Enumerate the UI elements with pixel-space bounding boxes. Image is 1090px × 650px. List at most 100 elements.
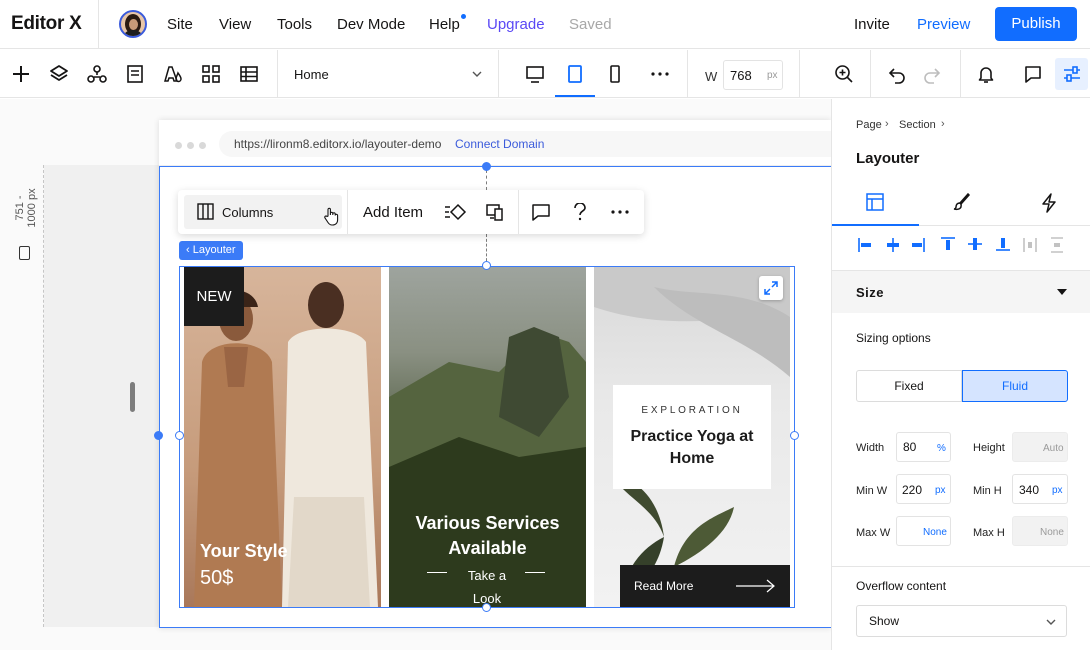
sliders-icon — [1064, 66, 1080, 82]
resize-handle[interactable] — [790, 431, 799, 440]
window-dot — [199, 142, 206, 149]
overflow-value: Show — [869, 614, 900, 628]
menu-site[interactable]: Site — [167, 16, 193, 33]
zoom-icon[interactable] — [834, 64, 854, 84]
divider — [347, 190, 348, 234]
comments-icon[interactable] — [1023, 64, 1043, 84]
resize-handle[interactable] — [482, 603, 491, 612]
add-item-button[interactable]: Add Item — [363, 204, 423, 221]
align-bottom-icon[interactable] — [995, 237, 1011, 251]
editor-toolbar: Home — [0, 50, 1090, 98]
align-middle-icon[interactable] — [967, 237, 983, 251]
interactions-bolt-icon[interactable] — [1041, 193, 1057, 213]
undo-icon[interactable] — [887, 64, 907, 84]
menu-view[interactable]: View — [219, 16, 251, 33]
divider — [799, 50, 800, 98]
overflow-label: Overflow content — [856, 579, 947, 593]
brand-logo[interactable]: Editor X — [11, 13, 82, 35]
layers-icon[interactable] — [49, 64, 69, 84]
align-center-icon[interactable] — [886, 237, 900, 253]
breadcrumb-page[interactable]: Page — [856, 119, 882, 131]
window-dot — [187, 142, 194, 149]
more-icon[interactable] — [611, 209, 629, 215]
upgrade-link[interactable]: Upgrade — [487, 16, 545, 33]
width-value: 80 — [903, 440, 917, 454]
ruler-line — [43, 165, 44, 627]
responsive-icon[interactable] — [486, 203, 504, 221]
saved-status: Saved — [569, 16, 612, 33]
connect-domain-link[interactable]: Connect Domain — [455, 137, 544, 151]
guide-line — [486, 170, 487, 190]
chevron-down-icon[interactable] — [472, 69, 482, 79]
resize-handle[interactable] — [154, 431, 163, 440]
apps-icon[interactable] — [201, 64, 221, 84]
resize-handle[interactable] — [482, 261, 491, 270]
design-brush-icon[interactable] — [953, 193, 971, 211]
window-dot — [175, 142, 182, 149]
menu-help[interactable]: Help — [429, 16, 460, 33]
add-icon[interactable] — [11, 64, 31, 84]
help-icon[interactable] — [573, 203, 587, 221]
min-width-label: Min W — [856, 485, 888, 497]
min-height-unit: px — [1052, 485, 1063, 496]
width-unit: % — [937, 443, 946, 454]
max-height-label: Max H — [973, 527, 1005, 539]
caret-down-icon — [1057, 289, 1067, 295]
width-label: Width — [856, 442, 885, 454]
distribute-vertical-icon[interactable] — [1050, 237, 1064, 253]
inspector-toggle[interactable] — [1055, 58, 1088, 90]
pages-icon[interactable] — [125, 64, 145, 84]
layouter-selection[interactable] — [179, 266, 795, 608]
min-height-label: Min H — [973, 485, 1002, 497]
max-width-value: None — [923, 527, 947, 538]
menu-dev-mode[interactable]: Dev Mode — [337, 16, 405, 33]
table-icon[interactable] — [239, 64, 259, 84]
breadcrumb-section[interactable]: Section — [899, 119, 936, 131]
divider — [687, 50, 688, 98]
align-right-icon[interactable] — [911, 237, 925, 253]
layout-icon[interactable] — [866, 193, 884, 211]
canvas-width-value: 768 — [730, 68, 752, 83]
comment-icon[interactable] — [532, 204, 550, 221]
distribute-horizontal-icon[interactable] — [1023, 237, 1037, 253]
min-width-unit: px — [935, 485, 946, 496]
avatar[interactable] — [119, 10, 147, 38]
chevron-down-icon — [1046, 619, 1056, 625]
animation-icon[interactable] — [444, 203, 468, 221]
tablet-icon[interactable] — [565, 64, 585, 84]
publish-button[interactable]: Publish — [995, 7, 1077, 41]
components-icon[interactable] — [87, 64, 107, 84]
bell-icon[interactable] — [976, 64, 996, 84]
columns-label: Columns — [222, 205, 274, 220]
mobile-icon[interactable] — [605, 64, 625, 84]
sizing-options-label: Sizing options — [856, 331, 931, 345]
invite-button[interactable]: Invite — [854, 16, 890, 33]
align-top-icon[interactable] — [940, 237, 956, 251]
menu-tools[interactable]: Tools — [277, 16, 312, 33]
desktop-icon[interactable] — [525, 64, 545, 84]
height-label: Height — [973, 442, 1005, 454]
divider — [870, 50, 871, 98]
resize-handle[interactable] — [130, 382, 135, 412]
page-select[interactable]: Home — [294, 67, 329, 82]
tablet-icon — [19, 246, 30, 260]
preview-button[interactable]: Preview — [917, 16, 970, 33]
hand-cursor-icon — [324, 207, 339, 226]
min-height-value: 340 — [1019, 483, 1040, 497]
layouter-tag[interactable]: ‹ Layouter — [179, 241, 243, 260]
theme-icon[interactable] — [163, 64, 183, 84]
breakpoint-range: 751 - 1000 px — [14, 188, 38, 228]
notification-dot — [461, 14, 466, 19]
max-height-value: None — [1040, 527, 1064, 538]
align-left-icon[interactable] — [858, 237, 872, 253]
divider — [98, 0, 99, 49]
resize-handle[interactable] — [175, 431, 184, 440]
active-tab-indicator — [832, 224, 919, 226]
more-icon[interactable] — [650, 64, 670, 84]
fixed-toggle[interactable]: Fixed — [856, 370, 962, 402]
divider — [960, 50, 961, 98]
fluid-toggle[interactable]: Fluid — [962, 370, 1068, 402]
size-section-title: Size — [856, 285, 885, 300]
resize-handle[interactable] — [482, 162, 491, 171]
redo-icon[interactable] — [922, 64, 942, 84]
